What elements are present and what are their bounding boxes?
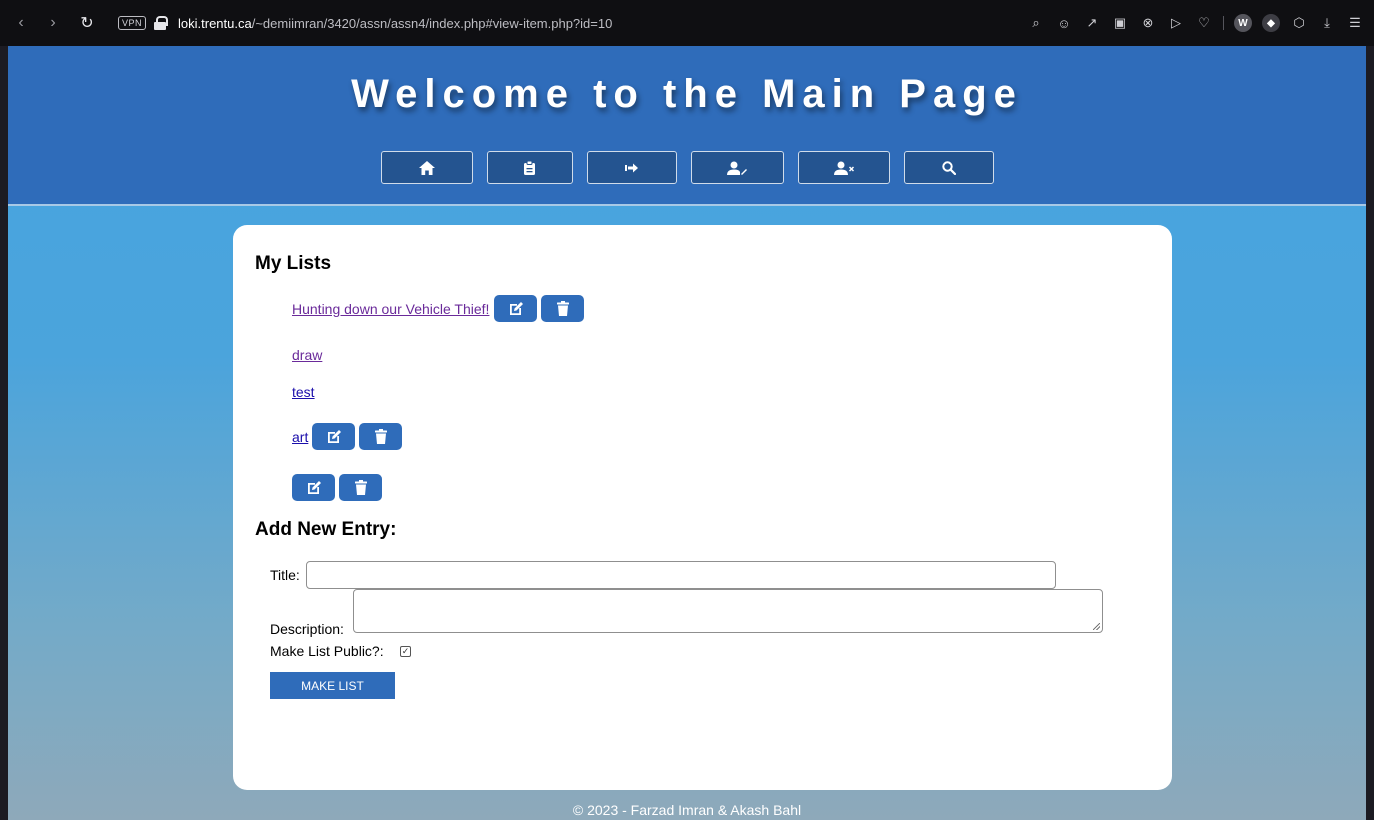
nav-lists-button[interactable] [486,151,573,184]
trash-icon [354,480,367,495]
nav-logout-button[interactable] [586,151,677,184]
list-item: draw [292,347,322,363]
menu-icon[interactable]: ☰ [1346,14,1364,32]
nav-delete-account-button[interactable] [797,151,890,184]
shield-extension-icon[interactable]: ◆ [1262,14,1280,32]
back-icon[interactable]: ‹ [8,10,34,36]
delete-user-icon [833,161,854,175]
public-checkbox[interactable]: ✓ [400,646,411,657]
nav-search-button[interactable] [903,151,994,184]
footer: © 2023 - Farzad Imran & Akash Bahl [572,802,802,818]
reload-icon[interactable]: ↻ [74,10,100,36]
cube-icon[interactable]: ⬡ [1290,14,1308,32]
delete-list-button[interactable] [339,474,382,501]
list-item: test [292,384,315,400]
title-label: Title: [270,567,300,583]
url-path: /~demiimran/3420/assn/assn4/index.php#vi… [251,15,613,31]
page: Welcome to the Main Page My Lists Huntin… [8,46,1366,820]
extension-w-icon[interactable]: W [1234,14,1252,32]
vpn-badge[interactable]: VPN [118,16,147,30]
trash-icon [556,301,569,316]
edit-list-button[interactable] [292,474,335,501]
main-nav [8,151,1366,184]
resize-handle[interactable] [1093,623,1100,630]
description-label: Description: [270,621,344,637]
clipboard-icon [524,160,535,175]
camera-icon[interactable]: ▣ [1111,14,1129,32]
emoji-icon[interactable]: ☺ [1055,14,1073,32]
trash-icon [374,429,387,444]
edit-user-icon [727,161,747,175]
list-link[interactable]: test [292,384,315,400]
download-icon[interactable]: ⤓ [1318,14,1336,32]
add-entry-heading: Add New Entry: [255,519,397,540]
description-textarea[interactable] [353,589,1103,633]
toolbar-divider [1223,16,1224,30]
edit-list-button[interactable] [312,423,356,450]
list-item: Hunting down our Vehicle Thief! [292,295,585,322]
edit-icon [327,429,341,443]
close-circle-icon[interactable]: ⊗ [1139,14,1157,32]
list-item [288,474,382,501]
list-link[interactable]: art [292,429,308,445]
logout-icon [624,163,638,172]
send-icon[interactable]: ▷ [1167,14,1185,32]
forward-icon[interactable]: › [40,10,66,36]
public-label: Make List Public?: [270,643,384,659]
list-link[interactable]: draw [292,347,322,363]
make-list-button[interactable]: MAKE LIST [270,672,395,699]
my-lists-heading: My Lists [255,253,332,274]
list-link[interactable]: Hunting down our Vehicle Thief! [292,301,489,317]
search-icon [941,160,956,175]
delete-list-button[interactable] [359,423,403,450]
nav-edit-account-button[interactable] [690,151,784,184]
browser-toolbar: ‹ › ↻ VPN loki.trentu.ca/~demiimran/3420… [0,0,1374,46]
edit-icon [307,480,321,494]
nav-home-button[interactable] [380,151,473,184]
heart-icon[interactable]: ♡ [1195,14,1213,32]
share-icon[interactable]: ↗ [1083,14,1101,32]
list-item: art [292,423,403,450]
zoom-icon[interactable]: ⌕ [1027,14,1045,32]
home-icon [418,160,435,175]
delete-list-button[interactable] [541,295,585,322]
page-title: Welcome to the Main Page [351,72,1023,116]
main-card: My Lists Hunting down our Vehicle Thief!… [233,225,1172,790]
edit-icon [509,301,523,315]
title-input[interactable] [306,561,1056,589]
url-host: loki.trentu.ca [178,15,252,31]
lock-icon[interactable] [154,16,169,30]
edit-list-button[interactable] [494,295,538,322]
address-bar[interactable]: loki.trentu.ca/~demiimran/3420/assn/assn… [178,16,612,31]
site-header: Welcome to the Main Page [8,46,1366,206]
